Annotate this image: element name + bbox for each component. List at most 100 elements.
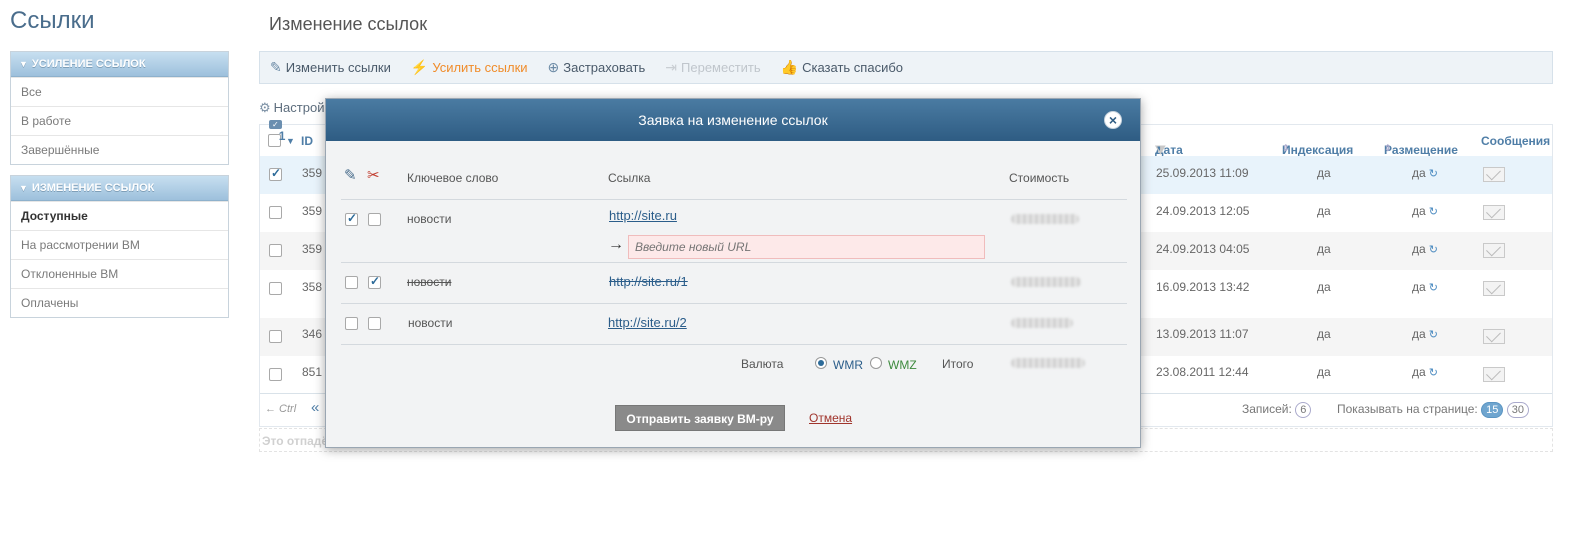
row-id: 358 <box>302 280 323 294</box>
sidebar-item-in-progress[interactable]: В работе <box>11 106 228 135</box>
modal-row: новости http://site.ru/1 <box>341 263 1127 304</box>
blurred-cost <box>1011 214 1079 224</box>
sidebar-item-completed[interactable]: Завершённые <box>11 135 228 164</box>
panel-header-change[interactable]: ▼ Изменение ссылок <box>11 176 228 201</box>
remove-link-checkbox[interactable] <box>368 274 381 289</box>
close-icon[interactable]: × <box>1104 111 1122 129</box>
row-placement: да ↻ <box>1412 242 1438 256</box>
boost-links-button[interactable]: ⚡ Усилить ссылки <box>411 59 528 76</box>
sidebar-item-paid[interactable]: Оплачены <box>11 288 228 317</box>
col-keyword: Ключевое слово <box>407 171 499 185</box>
row-date: 24.09.2013 04:05 <box>1156 242 1250 256</box>
refresh-icon[interactable]: ↻ <box>1429 282 1438 294</box>
currency-wmz-radio[interactable] <box>870 357 882 369</box>
placement-value: да <box>1412 327 1426 341</box>
panel-header-boost[interactable]: ▼ Усиление ссылок <box>11 52 228 77</box>
row-indexing: да <box>1317 365 1331 379</box>
row-checkbox[interactable] <box>269 282 282 295</box>
gear-icon: ⚙ <box>259 100 271 115</box>
prev-page-button[interactable]: « <box>311 399 319 416</box>
submit-request-button[interactable]: Отправить заявку ВМ-ру <box>615 405 785 431</box>
link-url[interactable]: http://site.ru/1 <box>609 274 688 289</box>
row-indexing: да <box>1317 242 1331 256</box>
change-link-checkbox[interactable] <box>345 211 358 226</box>
message-envelope-icon[interactable] <box>1483 367 1505 382</box>
collapse-triangle-icon: ▼ <box>19 59 28 69</box>
link-boost-icon: ⚡ <box>410 59 429 75</box>
message-envelope-icon[interactable] <box>1483 205 1505 220</box>
blurred-cost <box>1011 277 1081 287</box>
per-page-label: Показывать на странице: <box>1337 402 1478 416</box>
records-count-value: 6 <box>1295 402 1312 418</box>
sidebar-item-under-review[interactable]: На рассмотрении ВМ <box>11 230 228 259</box>
change-link-checkbox[interactable] <box>345 276 358 289</box>
remove-link-checkbox[interactable] <box>368 317 381 330</box>
modal-table-header: ✎ ✂ Ключевое слово Ссылка Стоимость <box>341 161 1127 200</box>
change-link-checkbox[interactable] <box>345 317 358 330</box>
col-cost: Стоимость <box>1009 171 1070 185</box>
button-label: Изменить ссылки <box>285 60 391 75</box>
row-checkbox[interactable] <box>269 244 282 257</box>
change-links-button[interactable]: ✎ Изменить ссылки <box>270 59 391 76</box>
refresh-icon[interactable]: ↻ <box>1429 367 1438 379</box>
row-placement: да ↻ <box>1412 365 1438 379</box>
row-id: 346 <box>302 327 323 341</box>
per-page-15[interactable]: 15 <box>1481 402 1504 418</box>
sort-icon: ⇕ <box>1282 143 1290 153</box>
keyword: новости <box>407 275 452 289</box>
placement-value: да <box>1412 166 1426 180</box>
button-label: Переместить <box>681 60 761 75</box>
row-date: 23.08.2011 12:44 <box>1156 365 1249 379</box>
link-remove-icon: ✂ <box>367 167 380 184</box>
blurred-total <box>1011 358 1085 368</box>
button-label: Усилить ссылки <box>432 60 528 75</box>
col-messages[interactable]: Сообщения <box>1481 134 1550 148</box>
move-button[interactable]: ⇥ Переместить <box>665 59 760 76</box>
message-envelope-icon[interactable] <box>1483 167 1505 182</box>
settings-link[interactable]: ⚙ Настрой <box>259 100 324 116</box>
link-url[interactable]: http://site.ru <box>609 208 677 223</box>
remove-link-checkbox[interactable] <box>368 213 381 226</box>
row-checkbox[interactable] <box>269 206 282 219</box>
site-title: Ссылки <box>10 7 95 34</box>
button-label: Застраховать <box>563 60 646 75</box>
page-title: Изменение ссылок <box>269 14 428 34</box>
insure-button[interactable]: ⊕ Застраховать <box>548 59 646 76</box>
sidebar-item-all[interactable]: Все <box>11 77 228 106</box>
row-date: 13.09.2013 11:07 <box>1156 327 1249 341</box>
col-id[interactable]: ID <box>301 134 313 148</box>
refresh-icon[interactable]: ↻ <box>1429 329 1438 341</box>
row-id: 851 <box>302 365 323 379</box>
cancel-link[interactable]: Отмена <box>809 411 852 425</box>
select-menu-chevron-icon[interactable]: ▼ <box>286 136 295 146</box>
shield-plus-icon: ⊕ <box>547 59 560 75</box>
currency-wmr-radio[interactable] <box>815 357 827 369</box>
currency-wmr-label[interactable]: WMR <box>833 358 863 372</box>
per-page-30[interactable]: 30 <box>1506 402 1529 418</box>
message-envelope-icon[interactable] <box>1483 243 1505 258</box>
per-page-selector: Показывать на странице: 15 30 <box>1337 402 1529 418</box>
refresh-icon[interactable]: ↻ <box>1429 168 1438 180</box>
row-placement: да ↻ <box>1412 280 1438 294</box>
placement-value: да <box>1412 280 1426 294</box>
row-placement: да ↻ <box>1412 204 1438 218</box>
sidebar-item-available[interactable]: Доступные <box>11 201 228 230</box>
row-checkbox[interactable] <box>269 166 282 181</box>
col-link: Ссылка <box>608 171 651 185</box>
row-checkbox[interactable] <box>269 330 282 343</box>
col-placement-label: Размещение <box>1384 143 1458 157</box>
records-label: Записей: <box>1242 402 1292 416</box>
new-url-input[interactable] <box>628 235 985 259</box>
say-thanks-button[interactable]: 👍 Сказать спасибо <box>781 59 903 76</box>
refresh-icon[interactable]: ↻ <box>1429 244 1438 256</box>
message-envelope-icon[interactable] <box>1483 281 1505 296</box>
link-url[interactable]: http://site.ru/2 <box>608 315 687 330</box>
currency-wmz-label[interactable]: WMZ <box>888 358 917 372</box>
row-checkbox[interactable] <box>269 368 282 381</box>
sidebar-item-rejected[interactable]: Отклоненные ВМ <box>11 259 228 288</box>
link-pencil-icon: ✎ <box>270 59 282 75</box>
refresh-icon[interactable]: ↻ <box>1429 206 1438 218</box>
message-envelope-icon[interactable] <box>1483 329 1505 344</box>
row-indexing: да <box>1317 327 1331 341</box>
records-count: Записей: 6 <box>1242 402 1312 418</box>
